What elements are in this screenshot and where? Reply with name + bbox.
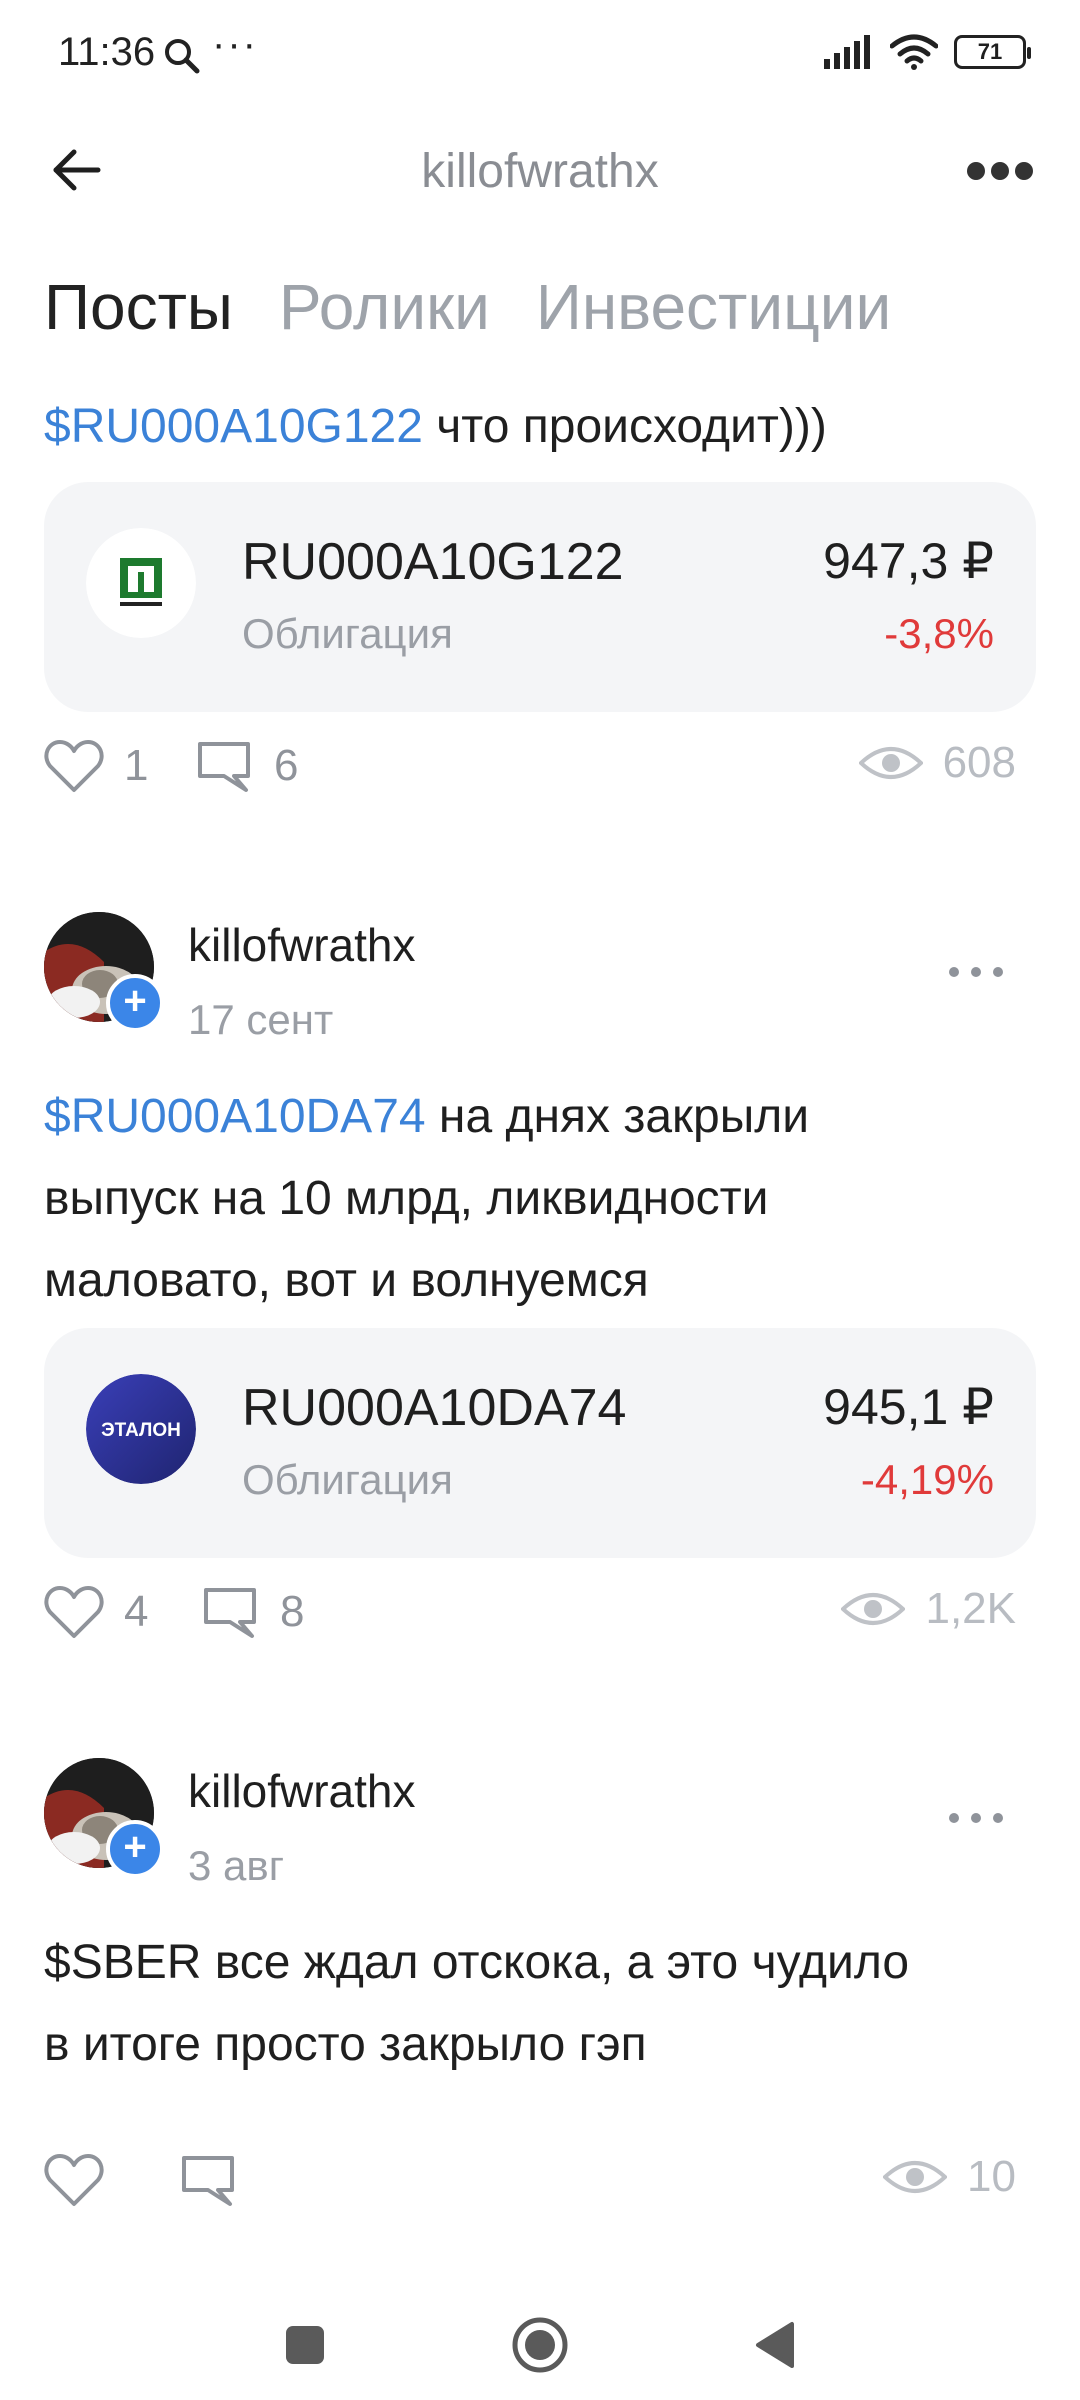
views-indicator: 608: [858, 738, 1016, 788]
eye-icon: [841, 1593, 906, 1625]
status-bar: 11:36 ··· 71: [0, 0, 1080, 110]
ticker-link[interactable]: $RU000A10G122: [44, 400, 423, 453]
notification-dots: ···: [212, 22, 258, 66]
signal-icon: [824, 35, 870, 69]
post-text-line: в итоге просто закрыло гэп: [44, 2018, 647, 2071]
comment-icon: [198, 742, 250, 792]
battery-level: 71: [977, 39, 1003, 64]
instrument-price: 945,1 ₽: [823, 1379, 994, 1435]
heart-icon: [44, 740, 104, 792]
eye-icon: [858, 747, 923, 779]
issuer-logo-text: ЭТАЛОН: [101, 1420, 181, 1441]
like-count: 4: [124, 1587, 149, 1636]
instrument-ticker: RU000A10G122: [242, 533, 624, 591]
tab-videos[interactable]: Ролики: [279, 270, 490, 344]
view-count: 10: [967, 2152, 1016, 2201]
issuer-logo: ЭТАЛОН: [86, 1374, 196, 1484]
post-actions: 4 8 1,2K: [44, 1584, 1036, 1654]
post-text: $SBER все ждал отскока, а это чудило в и…: [44, 1922, 1044, 2086]
views-indicator: 10: [883, 2152, 1016, 2202]
post-text-body: что происходит))): [422, 400, 827, 453]
post-date: 17 сент: [188, 996, 334, 1043]
post-text: $RU000A10DA74 на днях закрыли выпуск на …: [44, 1076, 1044, 1322]
views-indicator: 1,2K: [841, 1584, 1016, 1634]
post-more-icon[interactable]: [946, 1808, 1006, 1828]
tab-investments[interactable]: Инвестиции: [536, 270, 891, 344]
status-time: 11:36: [58, 30, 156, 74]
comment-button[interactable]: [178, 2152, 238, 2208]
system-nav-bar: [0, 2290, 1080, 2400]
profile-tabs: Посты Ролики Инвестиции: [44, 270, 891, 344]
author-name[interactable]: killofwrathx: [188, 918, 416, 972]
search-icon: [165, 39, 200, 74]
like-button[interactable]: [44, 2152, 104, 2208]
battery-icon: 71: [954, 35, 1031, 69]
post-more-icon[interactable]: [946, 962, 1006, 982]
profile-title: killofwrathx: [421, 145, 659, 198]
post-text-line: на днях закрыли: [425, 1090, 810, 1143]
post-date: 3 авг: [188, 1842, 285, 1889]
post-text-line: $SBER все ждал отскока, а это чудило: [44, 1936, 910, 1989]
post-actions: 10: [44, 2152, 1036, 2222]
instrument-card[interactable]: RU000A10G122 Облигация 947,3 ₽ -3,8%: [44, 482, 1036, 712]
instrument-type: Облигация: [242, 610, 453, 657]
comment-icon: [182, 2156, 234, 2206]
issuer-logo: [86, 528, 196, 638]
follow-plus-button[interactable]: +: [106, 974, 164, 1032]
back-triangle-icon[interactable]: [740, 2310, 810, 2380]
instrument-card[interactable]: ЭТАЛОН RU000A10DA74 Облигация 945,1 ₽ -4…: [44, 1328, 1036, 1558]
view-count: 608: [942, 738, 1016, 787]
comment-button[interactable]: 6: [194, 738, 298, 794]
status-icons: 71: [824, 34, 1031, 70]
more-options-icon[interactable]: [966, 156, 1036, 186]
wifi-icon: [890, 34, 938, 70]
ticker-link[interactable]: $RU000A10DA74: [44, 1090, 426, 1143]
post-text: $RU000A10G122 что происходит))): [44, 386, 1044, 468]
instrument-ticker: RU000A10DA74: [242, 1379, 627, 1437]
top-bar: killofwrathx: [0, 120, 1080, 220]
home-circle-icon[interactable]: [505, 2310, 575, 2380]
heart-icon: [44, 2154, 104, 2206]
eye-icon: [883, 2161, 948, 2193]
post-author: + killofwrathx 3 авг: [44, 1758, 1036, 1908]
like-count: 1: [124, 741, 149, 790]
post-actions: 1 6 608: [44, 738, 1036, 808]
comment-count: 6: [274, 741, 299, 790]
like-button[interactable]: 1: [44, 738, 148, 794]
recents-square-icon[interactable]: [270, 2310, 340, 2380]
instrument-change: -3,8%: [884, 610, 994, 657]
instrument-price: 947,3 ₽: [823, 533, 994, 589]
comment-count: 8: [280, 1587, 305, 1636]
instrument-change: -4,19%: [860, 1456, 994, 1503]
post-text-line: маловато, вот и волнуемся: [44, 1254, 649, 1307]
tab-posts[interactable]: Посты: [44, 270, 233, 344]
heart-icon: [44, 1586, 104, 1638]
comment-icon: [204, 1588, 256, 1638]
comment-button[interactable]: 8: [200, 1584, 304, 1640]
instrument-type: Облигация: [242, 1456, 453, 1503]
follow-plus-button[interactable]: +: [106, 1820, 164, 1878]
like-button[interactable]: 4: [44, 1584, 148, 1640]
post-text-line: выпуск на 10 млрд, ликвидности: [44, 1172, 769, 1225]
post-author: + killofwrathx 17 сент: [44, 912, 1036, 1062]
author-name[interactable]: killofwrathx: [188, 1764, 416, 1818]
view-count: 1,2K: [925, 1584, 1016, 1633]
